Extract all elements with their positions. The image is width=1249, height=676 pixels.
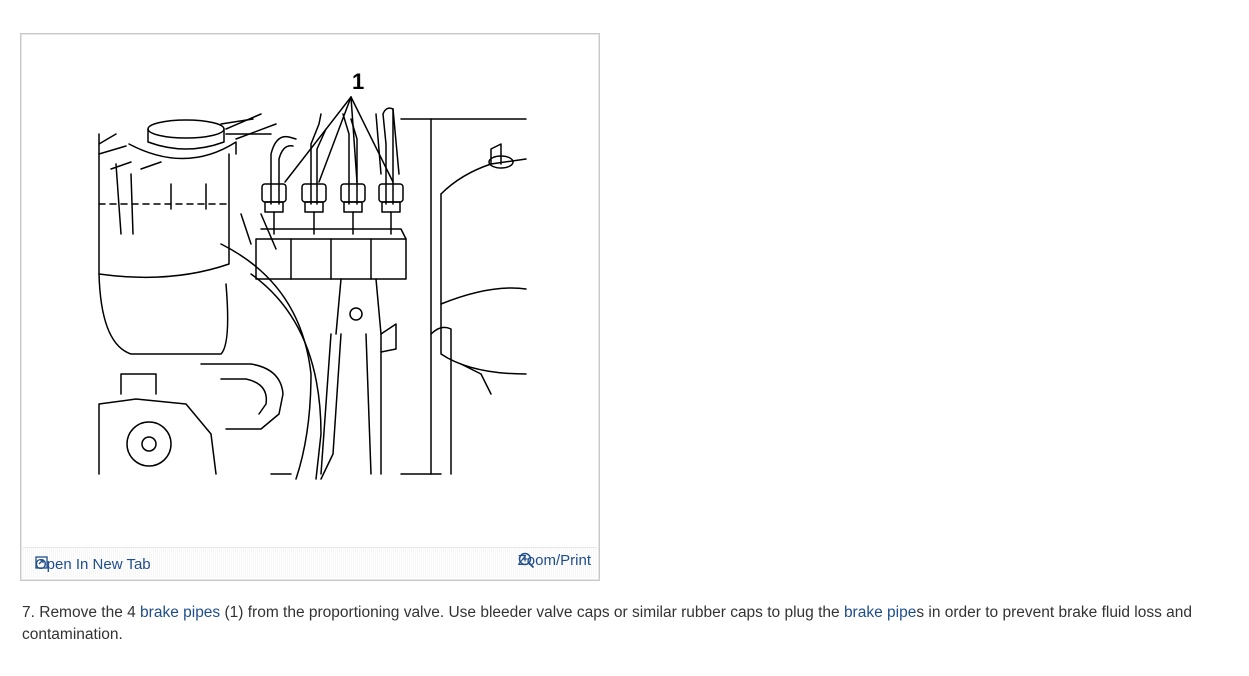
zoom-print-link[interactable]: Zoom/Print [518,552,591,569]
callout-1: 1 [352,69,364,94]
master-cylinder [98,363,284,475]
brake-pipes-link-1[interactable]: brake pipes [140,604,220,621]
figure-toolbar: Open In New Tab Zoom/Print [23,547,597,578]
step-text-2: (1) from the proportioning valve. Use bl… [220,604,844,621]
open-new-tab-icon [35,556,48,569]
brake-pipes-link-2[interactable]: brake pipe [844,604,916,621]
brake-booster [220,213,322,480]
brake-pipes [261,107,404,235]
open-new-tab-link[interactable]: Open In New Tab [35,556,151,573]
brake-pipes-diagram: 1 [98,69,527,480]
step-text-1: Remove the 4 [34,604,141,621]
step-instruction: 7. Remove the 4 brake pipes (1) from the… [22,602,1237,646]
proportioning-valve [255,228,407,480]
background-lines [225,108,442,475]
right-reservoir [400,118,527,475]
open-new-tab-label: Open In New Tab [35,556,151,573]
figure-frame: 1 Open In New Tab Zoom/Print [20,33,600,581]
zoom-magnifier-icon [518,552,534,569]
callout-leaders [284,96,394,183]
step-number: 7. [22,604,35,621]
fluid-reservoir [98,118,272,355]
